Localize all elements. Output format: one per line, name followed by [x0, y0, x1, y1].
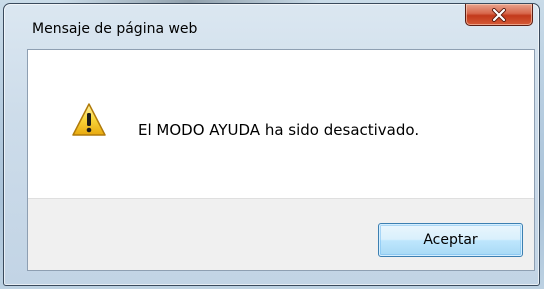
dialog-content: El MODO AYUDA ha sido desactivado. Acept…: [27, 49, 535, 271]
close-icon: [466, 4, 532, 25]
close-button[interactable]: [465, 4, 533, 26]
dialog-window: Mensaje de página web El MODO AYUDA ha s…: [3, 3, 540, 286]
button-area: Aceptar: [28, 198, 534, 270]
warning-icon: [71, 102, 107, 138]
message-area: El MODO AYUDA ha sido desactivado.: [28, 50, 534, 198]
dialog-title: Mensaje de página web: [32, 21, 198, 37]
message-text: El MODO AYUDA ha sido desactivado.: [138, 121, 420, 139]
title-bar[interactable]: Mensaje de página web: [4, 4, 539, 38]
accept-button[interactable]: Aceptar: [378, 223, 523, 257]
